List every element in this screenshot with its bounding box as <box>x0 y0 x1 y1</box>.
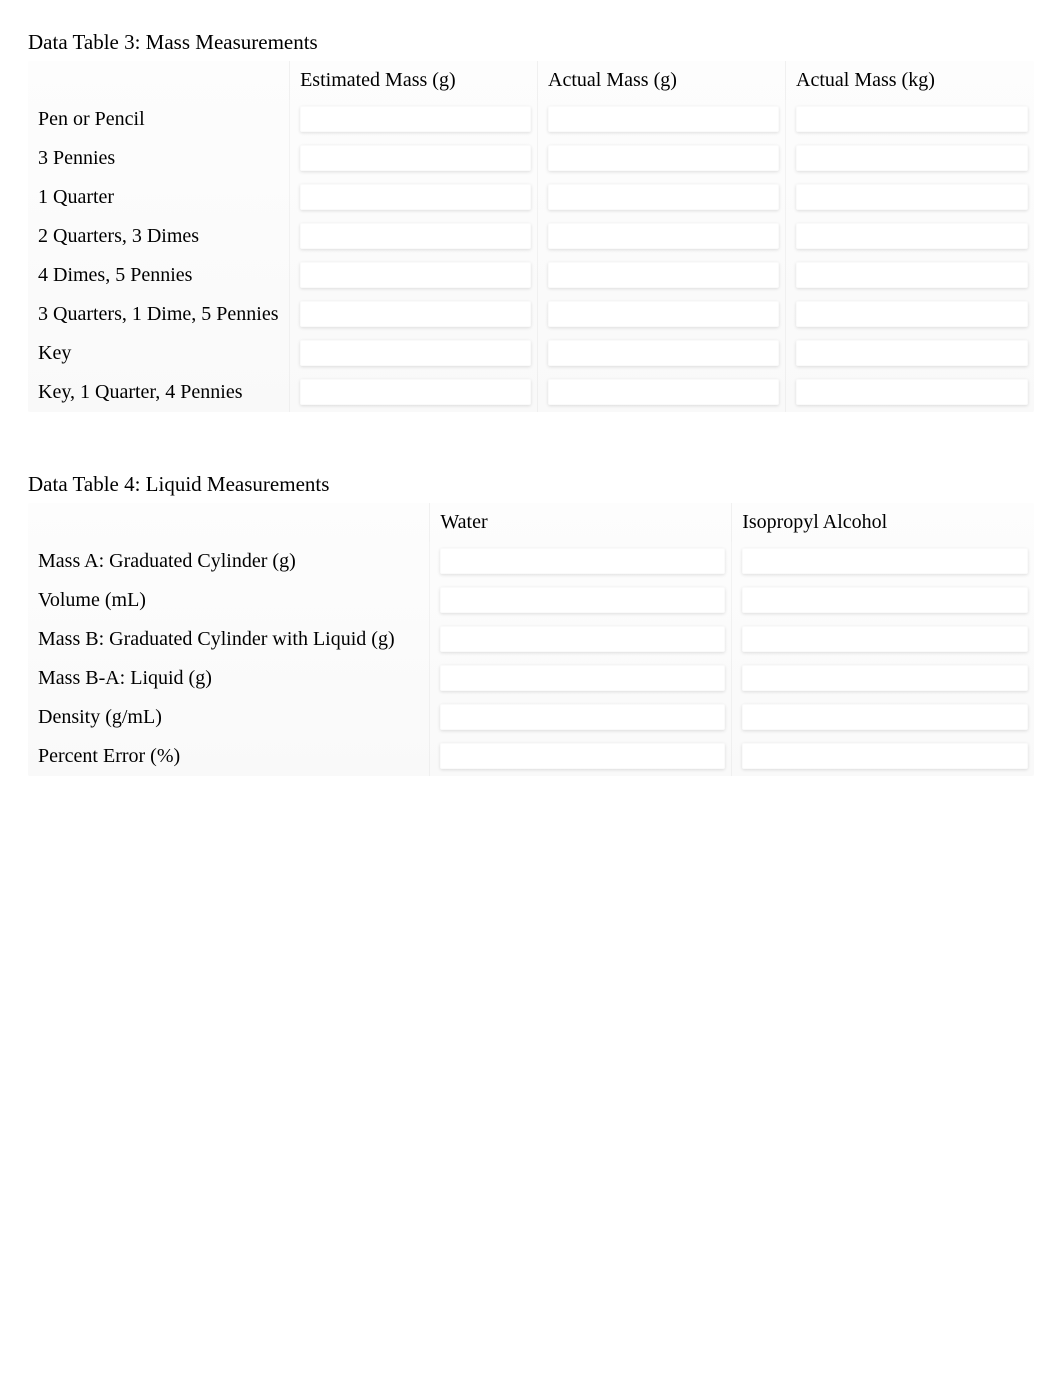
row-label: Key, 1 Quarter, 4 Pennies <box>28 373 290 412</box>
table3-title: Data Table 3: Mass Measurements <box>28 30 1034 55</box>
table3-wrapper: Estimated Mass (g) Actual Mass (g) Actua… <box>28 61 1034 412</box>
table-row: Volume (mL) <box>28 581 1034 620</box>
isopropyl-input[interactable] <box>742 587 1028 613</box>
table-row: Pen or Pencil <box>28 100 1034 139</box>
actual-mass-g-input[interactable] <box>548 145 779 171</box>
table4-section: Data Table 4: Liquid Measurements Water … <box>28 472 1034 776</box>
table4-header-water: Water <box>430 503 732 542</box>
estimated-mass-input[interactable] <box>300 340 531 366</box>
isopropyl-input[interactable] <box>742 743 1028 769</box>
row-label: 4 Dimes, 5 Pennies <box>28 256 290 295</box>
table4-header-isopropyl: Isopropyl Alcohol <box>732 503 1034 542</box>
actual-mass-kg-input[interactable] <box>796 340 1028 366</box>
water-input[interactable] <box>440 548 725 574</box>
row-label: Pen or Pencil <box>28 100 290 139</box>
table3-header-actual-g: Actual Mass (g) <box>538 61 786 100</box>
row-label: Mass B-A: Liquid (g) <box>28 659 430 698</box>
table-row: Mass B: Graduated Cylinder with Liquid (… <box>28 620 1034 659</box>
table3-body: Pen or Pencil 3 Pennies 1 Quarter <box>28 100 1034 412</box>
estimated-mass-input[interactable] <box>300 262 531 288</box>
actual-mass-kg-input[interactable] <box>796 262 1028 288</box>
row-label: 3 Pennies <box>28 139 290 178</box>
estimated-mass-input[interactable] <box>300 145 531 171</box>
actual-mass-kg-input[interactable] <box>796 106 1028 132</box>
table3: Estimated Mass (g) Actual Mass (g) Actua… <box>28 61 1034 412</box>
table4-header-blank <box>28 503 430 542</box>
estimated-mass-input[interactable] <box>300 301 531 327</box>
table4-title: Data Table 4: Liquid Measurements <box>28 472 1034 497</box>
water-input[interactable] <box>440 587 725 613</box>
actual-mass-g-input[interactable] <box>548 262 779 288</box>
water-input[interactable] <box>440 704 725 730</box>
table3-section: Data Table 3: Mass Measurements Estimate… <box>28 30 1034 412</box>
table-row: Mass A: Graduated Cylinder (g) <box>28 542 1034 581</box>
row-label: Mass B: Graduated Cylinder with Liquid (… <box>28 620 430 659</box>
table-row: 4 Dimes, 5 Pennies <box>28 256 1034 295</box>
actual-mass-g-input[interactable] <box>548 106 779 132</box>
table4-wrapper: Water Isopropyl Alcohol Mass A: Graduate… <box>28 503 1034 776</box>
actual-mass-kg-input[interactable] <box>796 145 1028 171</box>
table-row: 2 Quarters, 3 Dimes <box>28 217 1034 256</box>
estimated-mass-input[interactable] <box>300 379 531 405</box>
isopropyl-input[interactable] <box>742 626 1028 652</box>
isopropyl-input[interactable] <box>742 704 1028 730</box>
table-row: Mass B-A: Liquid (g) <box>28 659 1034 698</box>
row-label: 3 Quarters, 1 Dime, 5 Pennies <box>28 295 290 334</box>
isopropyl-input[interactable] <box>742 548 1028 574</box>
actual-mass-g-input[interactable] <box>548 340 779 366</box>
actual-mass-kg-input[interactable] <box>796 223 1028 249</box>
table-row: Key <box>28 334 1034 373</box>
table-row: Density (g/mL) <box>28 698 1034 737</box>
table4-body: Mass A: Graduated Cylinder (g) Volume (m… <box>28 542 1034 776</box>
estimated-mass-input[interactable] <box>300 223 531 249</box>
isopropyl-input[interactable] <box>742 665 1028 691</box>
table-row: 1 Quarter <box>28 178 1034 217</box>
actual-mass-g-input[interactable] <box>548 223 779 249</box>
table3-header-blank <box>28 61 290 100</box>
row-label: 1 Quarter <box>28 178 290 217</box>
row-label: 2 Quarters, 3 Dimes <box>28 217 290 256</box>
actual-mass-kg-input[interactable] <box>796 379 1028 405</box>
table-row: Percent Error (%) <box>28 737 1034 776</box>
water-input[interactable] <box>440 743 725 769</box>
table-row: 3 Quarters, 1 Dime, 5 Pennies <box>28 295 1034 334</box>
table-row: 3 Pennies <box>28 139 1034 178</box>
water-input[interactable] <box>440 626 725 652</box>
row-label: Density (g/mL) <box>28 698 430 737</box>
row-label: Percent Error (%) <box>28 737 430 776</box>
actual-mass-g-input[interactable] <box>548 301 779 327</box>
table-row: Key, 1 Quarter, 4 Pennies <box>28 373 1034 412</box>
row-label: Key <box>28 334 290 373</box>
estimated-mass-input[interactable] <box>300 184 531 210</box>
row-label: Volume (mL) <box>28 581 430 620</box>
estimated-mass-input[interactable] <box>300 106 531 132</box>
water-input[interactable] <box>440 665 725 691</box>
actual-mass-kg-input[interactable] <box>796 184 1028 210</box>
table4: Water Isopropyl Alcohol Mass A: Graduate… <box>28 503 1034 776</box>
actual-mass-g-input[interactable] <box>548 184 779 210</box>
actual-mass-kg-input[interactable] <box>796 301 1028 327</box>
table3-header-actual-kg: Actual Mass (kg) <box>786 61 1034 100</box>
actual-mass-g-input[interactable] <box>548 379 779 405</box>
table3-header-estimated: Estimated Mass (g) <box>290 61 538 100</box>
row-label: Mass A: Graduated Cylinder (g) <box>28 542 430 581</box>
